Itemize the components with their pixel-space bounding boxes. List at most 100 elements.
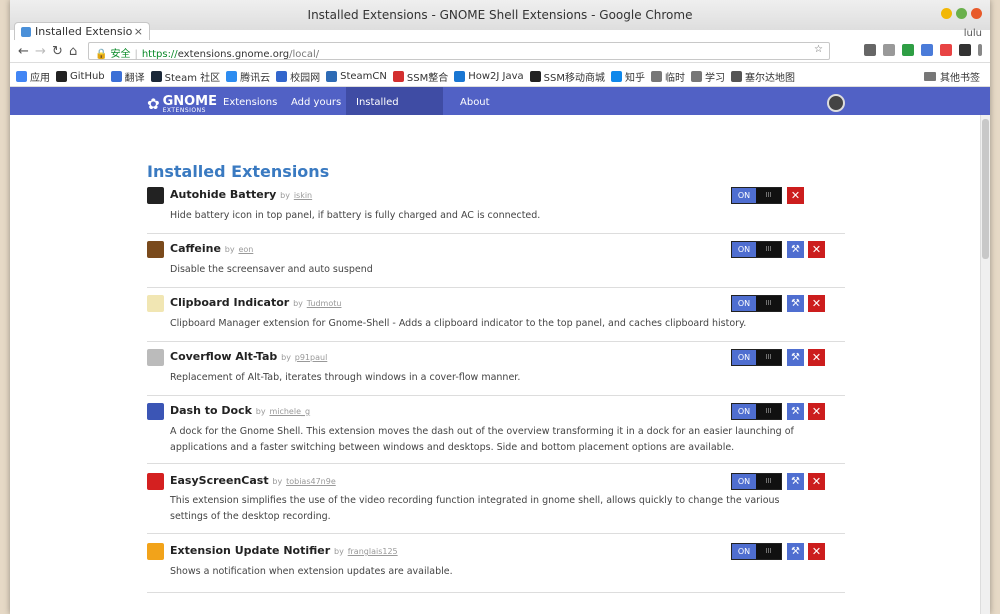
translate-icon[interactable]	[864, 44, 876, 56]
browser-tab[interactable]: Installed Extensio ×	[14, 22, 150, 40]
toggle-handle: III	[756, 296, 781, 311]
bookmark-star-icon[interactable]: ☆	[814, 44, 823, 55]
maximize-button[interactable]	[956, 8, 967, 19]
bookmark-item[interactable]: 学习	[690, 69, 725, 84]
extension-name[interactable]: Clipboard Indicator by Tudmotu	[170, 296, 341, 309]
extension-icon	[147, 295, 164, 312]
url-path: /local/	[289, 49, 320, 60]
extension-name[interactable]: Extension Update Notifier by franglais12…	[170, 544, 398, 557]
bookmark-favicon-icon	[454, 71, 466, 82]
preferences-icon[interactable]: ⚒	[787, 241, 804, 258]
extension-toggle[interactable]: ON III	[731, 187, 782, 204]
tab-close-icon[interactable]: ×	[134, 25, 143, 38]
menu-icon[interactable]	[978, 44, 982, 56]
remove-icon[interactable]: ✕	[808, 473, 825, 490]
remove-icon[interactable]: ✕	[808, 543, 825, 560]
extension-name[interactable]: Caffeine by eon	[170, 242, 253, 255]
bookmark-item[interactable]: SSM移动商城	[529, 69, 605, 84]
extension-author-link[interactable]: tobias47n9e	[286, 477, 336, 486]
remove-icon[interactable]: ✕	[808, 349, 825, 366]
back-icon[interactable]: ←	[18, 44, 29, 59]
preferences-icon[interactable]: ⚒	[787, 349, 804, 366]
bookmark-item[interactable]: 腾讯云	[226, 69, 270, 84]
bookmark-item[interactable]: 塞尔达地图	[730, 69, 795, 84]
bookmark-item[interactable]: How2J Java	[454, 71, 524, 82]
profile-label[interactable]: lulu	[964, 28, 982, 39]
browser-window: Installed Extensions - GNOME Shell Exten…	[10, 0, 990, 614]
bookmark-label: 校园网	[290, 73, 321, 84]
address-bar[interactable]: 🔒 安全 | https://extensions.gnome.org/local/ …	[88, 42, 830, 60]
extension-row: EasyScreenCast by tobias47n9e This extens…	[147, 471, 845, 534]
bookmark-item[interactable]: 翻译	[110, 69, 145, 84]
by-label: by	[280, 191, 290, 200]
preferences-icon[interactable]: ⚒	[787, 295, 804, 312]
bookmark-favicon-icon	[529, 71, 541, 82]
remove-icon[interactable]: ✕	[787, 187, 804, 204]
mail-icon[interactable]	[883, 44, 895, 56]
extension-name[interactable]: EasyScreenCast by tobias47n9e	[170, 474, 336, 487]
close-window-button[interactable]	[971, 8, 982, 19]
window-title: Installed Extensions - GNOME Shell Exten…	[307, 8, 693, 22]
extension-toggle[interactable]: ON III	[731, 403, 782, 420]
bookmark-favicon-icon	[16, 71, 27, 82]
remove-icon[interactable]: ✕	[808, 241, 825, 258]
extension-icon	[147, 349, 164, 366]
bookmark-item[interactable]: 校园网	[276, 69, 320, 84]
forward-icon[interactable]: →	[35, 44, 46, 59]
extension-author-link[interactable]: p91paul	[295, 353, 328, 362]
scrollbar[interactable]	[980, 115, 990, 614]
remove-icon[interactable]: ✕	[808, 295, 825, 312]
bookmark-item[interactable]: Steam 社区	[150, 69, 220, 84]
extension-icon	[147, 473, 164, 490]
reload-icon[interactable]: ↻	[52, 44, 63, 59]
shield-icon[interactable]	[902, 44, 914, 56]
extension-author-link[interactable]: Tudmotu	[307, 299, 342, 308]
preferences-icon[interactable]: ⚒	[787, 403, 804, 420]
scrollbar-thumb[interactable]	[982, 119, 989, 259]
other-bookmarks[interactable]: 其他书签	[924, 69, 980, 84]
bookmark-item[interactable]: 知乎	[610, 69, 645, 84]
url-protocol: https://	[141, 49, 178, 60]
by-label: by	[255, 407, 266, 416]
minimize-button[interactable]	[941, 8, 952, 19]
pin-icon[interactable]	[940, 44, 952, 56]
gnome-logo[interactable]: ✿ GNOME EXTENSIONS	[147, 94, 217, 114]
toggle-on-label: ON	[732, 350, 756, 365]
remove-icon[interactable]: ✕	[808, 403, 825, 420]
extension-row: Coverflow Alt-Tab by p91paul Replacement …	[147, 347, 845, 396]
bookmark-favicon-icon	[690, 71, 702, 82]
extension-author-link[interactable]: eon	[238, 245, 253, 254]
extension-author-link[interactable]: franglais125	[348, 547, 398, 556]
extension-toggle[interactable]: ON III	[731, 349, 782, 366]
bookmark-item[interactable]: SSM整合	[392, 69, 448, 84]
bookmark-item[interactable]: 临时	[650, 69, 685, 84]
bookmark-item[interactable]: 应用	[16, 69, 50, 84]
extension-toggle[interactable]: ON III	[731, 241, 782, 258]
bookmark-label: 应用	[30, 73, 50, 84]
extension-toggle[interactable]: ON III	[731, 295, 782, 312]
bookmark-item[interactable]: GitHub	[56, 71, 105, 82]
preferences-icon[interactable]: ⚒	[787, 543, 804, 560]
foot-icon[interactable]	[959, 44, 971, 56]
extension-author-link[interactable]: iskin	[294, 191, 312, 200]
extension-toggle[interactable]: ON III	[731, 543, 782, 560]
extension-icon[interactable]	[921, 44, 933, 56]
home-icon[interactable]: ⌂	[69, 44, 77, 59]
preferences-icon[interactable]: ⚒	[787, 473, 804, 490]
extension-row: Autohide Battery by iskin Hide battery ic…	[147, 185, 845, 234]
user-avatar[interactable]	[827, 94, 845, 112]
extension-name[interactable]: Coverflow Alt-Tab by p91paul	[170, 350, 327, 363]
bookmark-label: 学习	[704, 73, 725, 84]
toggle-on-label: ON	[732, 242, 756, 257]
bookmark-item[interactable]: SteamCN	[326, 71, 387, 82]
bookmarks-list: 应用 GitHub 翻译 Steam 社区 腾讯云 校园网 SteamCN SSM整合 How2…	[10, 71, 795, 85]
extension-name[interactable]: Autohide Battery by iskin	[170, 188, 312, 201]
folder-icon	[924, 72, 936, 81]
extension-toggle[interactable]: ON III	[731, 473, 782, 490]
lock-icon: 🔒	[95, 49, 108, 60]
window-controls	[941, 8, 982, 19]
extension-row: Clipboard Indicator by Tudmotu Clipboard …	[147, 293, 845, 342]
extension-name[interactable]: Dash to Dock by michele_g	[170, 404, 310, 417]
extension-author-link[interactable]: michele_g	[269, 407, 310, 416]
omnibox-separator: |	[134, 49, 138, 60]
